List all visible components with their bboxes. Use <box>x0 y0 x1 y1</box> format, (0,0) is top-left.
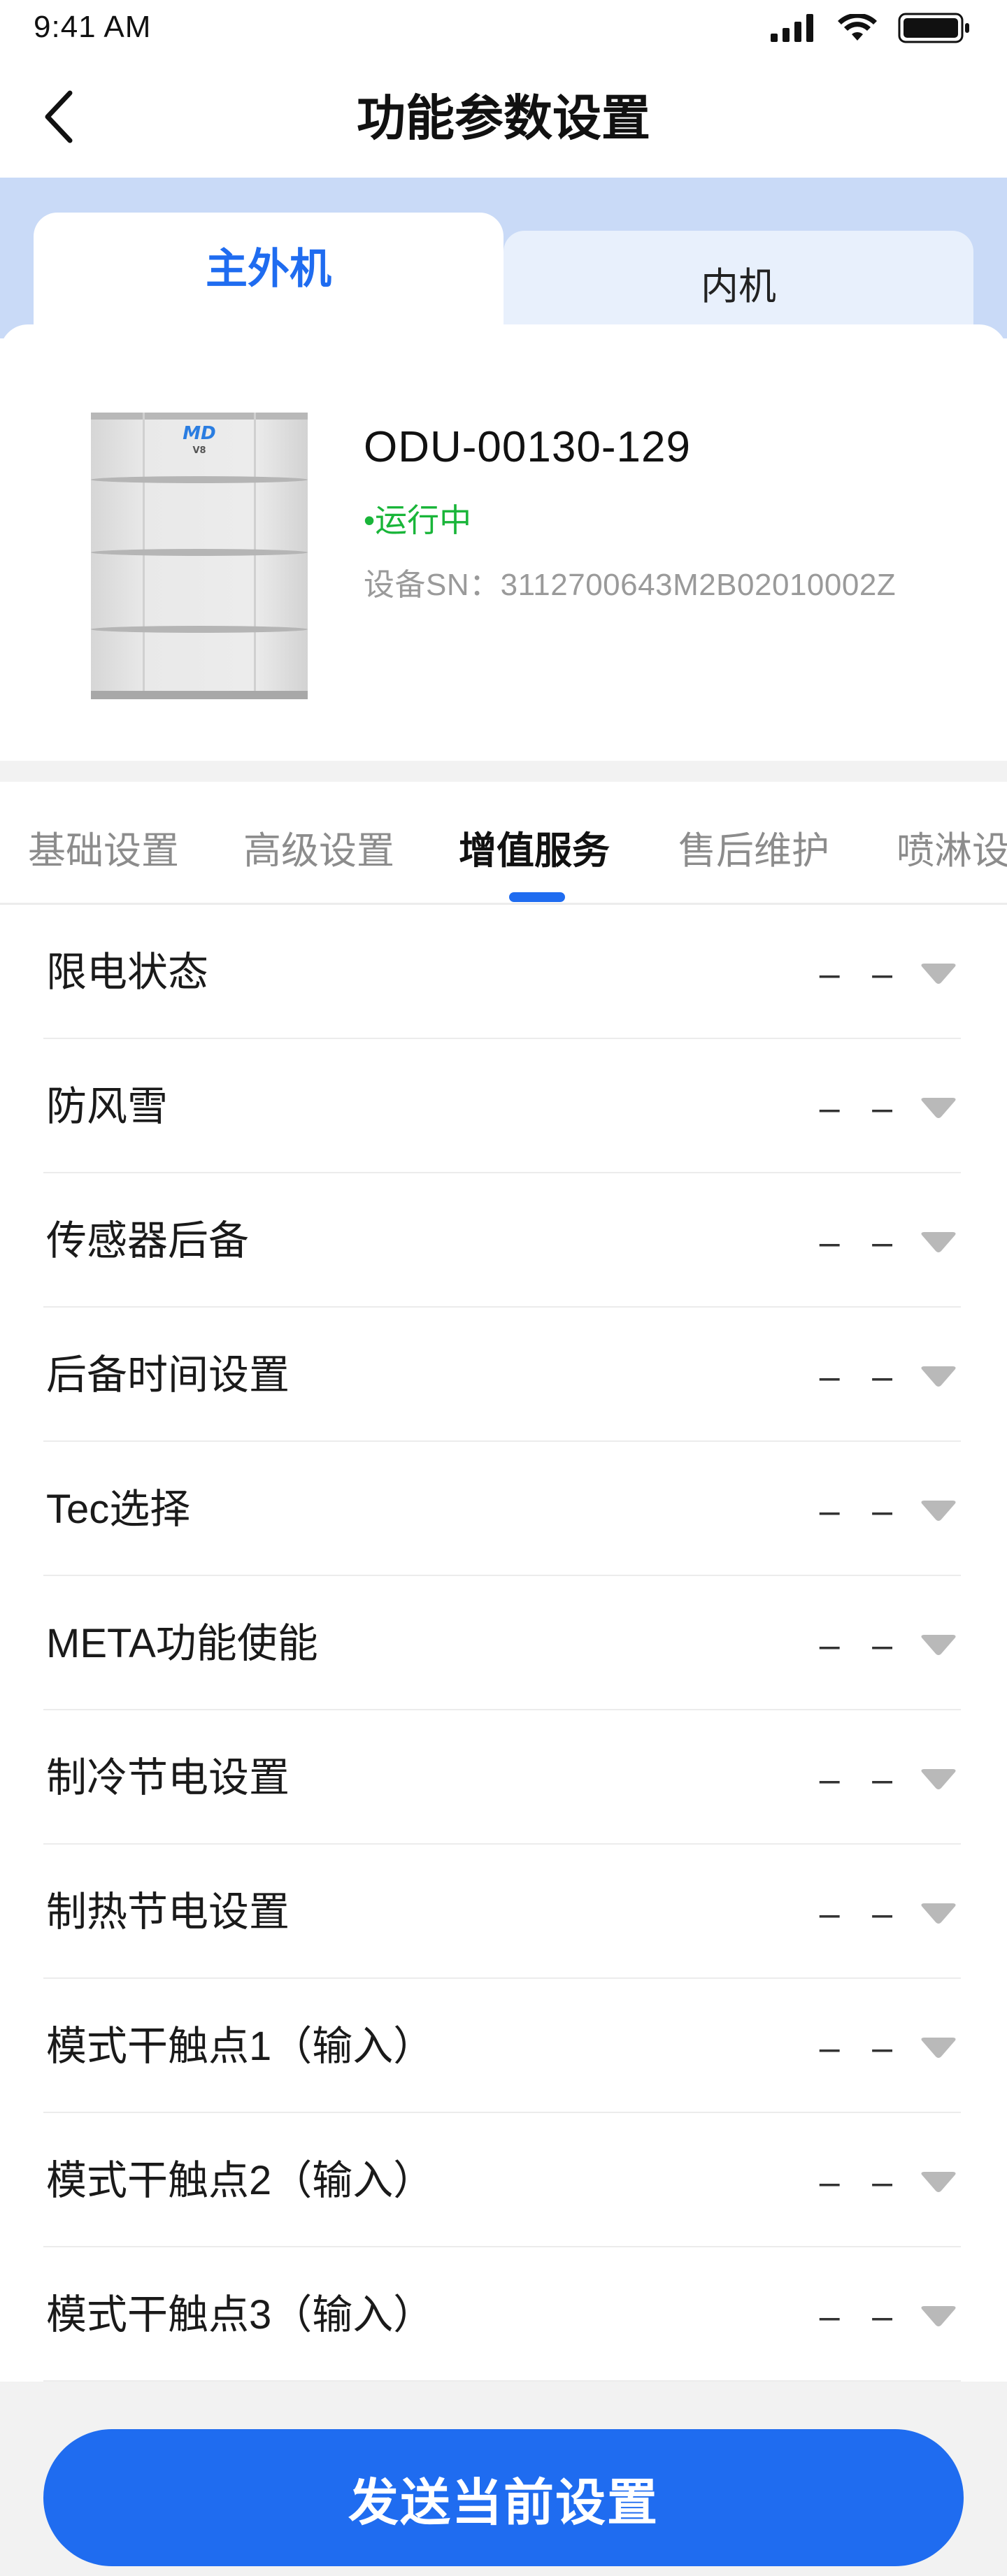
setting-label: 传感器后备 <box>46 1218 250 1264</box>
setting-row-power-limit[interactable]: 限电状态 – – <box>43 905 961 1039</box>
caret-down-icon <box>921 1501 956 1521</box>
settings-list: 限电状态 – – 防风雪 – – 传感器后备 – – 后备时间设置 – – Te… <box>43 905 961 2382</box>
setting-label: META功能使能 <box>46 1621 318 1666</box>
caret-down-icon <box>921 1098 956 1118</box>
active-tab-indicator <box>509 892 565 902</box>
setting-row-wind-snow[interactable]: 防风雪 – – <box>43 1039 961 1173</box>
caret-down-icon <box>921 1903 956 1924</box>
chevron-left-icon <box>42 89 76 148</box>
nav-bar: 功能参数设置 <box>0 59 1007 178</box>
setting-row-backup-time[interactable]: 后备时间设置 – – <box>43 1308 961 1442</box>
setting-row-dry-contact-2[interactable]: 模式干触点2（输入） – – <box>43 2113 961 2247</box>
signal-icon <box>771 13 817 45</box>
setting-value: – – <box>819 1491 904 1531</box>
unit-tab-header: 内机 主外机 <box>0 178 1007 338</box>
outdoor-unit-image: MD V8 <box>91 413 308 699</box>
status-bar: 9:41 AM <box>0 0 1007 59</box>
setting-value: – – <box>819 1625 904 1666</box>
setting-value: – – <box>819 954 904 994</box>
tab-value-added-services[interactable]: 增值服务 <box>459 820 610 875</box>
tab-main-outdoor-unit[interactable]: 主外机 <box>34 213 503 338</box>
caret-down-icon <box>921 2038 956 2058</box>
setting-label: 模式干触点1（输入） <box>46 2024 434 2069</box>
tab-advanced-settings[interactable]: 高级设置 <box>243 820 394 875</box>
setting-label: 限电状态 <box>46 950 209 995</box>
page: 9:41 AM 功能参数设置 内机 主外机 MD V8 ODU-00130-12… <box>0 0 1007 2576</box>
setting-label: 制热节电设置 <box>46 1889 290 1935</box>
setting-value: – – <box>819 1222 904 1263</box>
device-status: •运行中 <box>364 502 472 538</box>
setting-row-sensor-backup[interactable]: 传感器后备 – – <box>43 1173 961 1308</box>
device-name: ODU-00130-129 <box>364 423 691 471</box>
tab-spray-settings[interactable]: 喷淋设 <box>897 820 1007 875</box>
section-divider <box>0 761 1007 782</box>
setting-row-heating-saving[interactable]: 制热节电设置 – – <box>43 1845 961 1979</box>
category-tabs: 基础设置 高级设置 增值服务 售后维护 喷淋设 <box>0 782 1007 905</box>
status-icons <box>771 13 971 47</box>
setting-row-dry-contact-3[interactable]: 模式干触点3（输入） – – <box>43 2247 961 2382</box>
bottom-action-bar: 发送当前设置 <box>0 2382 1007 2576</box>
setting-value: – – <box>819 1088 904 1129</box>
setting-label: 后备时间设置 <box>46 1352 290 1398</box>
setting-row-cooling-saving[interactable]: 制冷节电设置 – – <box>43 1710 961 1845</box>
caret-down-icon <box>921 1769 956 1789</box>
setting-row-tec-select[interactable]: Tec选择 – – <box>43 1442 961 1576</box>
caret-down-icon <box>921 964 956 984</box>
tab-basic-settings[interactable]: 基础设置 <box>28 820 179 875</box>
caret-down-icon <box>921 2306 956 2326</box>
send-settings-button[interactable]: 发送当前设置 <box>43 2429 964 2566</box>
setting-row-dry-contact-1[interactable]: 模式干触点1（输入） – – <box>43 1979 961 2113</box>
device-logo-text: V8 <box>192 445 206 456</box>
caret-down-icon <box>921 1232 956 1252</box>
setting-label: 防风雪 <box>46 1084 169 1129</box>
caret-down-icon <box>921 2172 956 2192</box>
setting-value: – – <box>819 2162 904 2203</box>
setting-value: – – <box>819 1894 904 1934</box>
page-title: 功能参数设置 <box>357 91 650 145</box>
wifi-icon <box>838 13 877 45</box>
setting-value: – – <box>819 1759 904 1800</box>
setting-label: 模式干触点2（输入） <box>46 2158 434 2203</box>
setting-label: 制冷节电设置 <box>46 1755 290 1801</box>
tab-after-sales[interactable]: 售后维护 <box>678 820 829 875</box>
caret-down-icon <box>921 1366 956 1387</box>
setting-value: – – <box>819 1357 904 1397</box>
setting-label: 模式干触点3（输入） <box>46 2292 434 2338</box>
device-card: MD V8 ODU-00130-129 •运行中 设备SN：3112700643… <box>0 324 1007 761</box>
setting-row-meta-enable[interactable]: META功能使能 – – <box>43 1576 961 1710</box>
device-sn: 设备SN：3112700643M2B02010002Z <box>364 568 897 602</box>
setting-label: Tec选择 <box>46 1487 191 1532</box>
tab-indoor-unit[interactable]: 内机 <box>503 231 973 338</box>
back-button[interactable] <box>42 87 98 150</box>
status-time: 9:41 AM <box>34 10 152 44</box>
setting-value: – – <box>819 2296 904 2337</box>
svg-text:MD: MD <box>183 423 215 444</box>
battery-icon <box>898 13 971 47</box>
setting-value: – – <box>819 2028 904 2068</box>
caret-down-icon <box>921 1635 956 1655</box>
